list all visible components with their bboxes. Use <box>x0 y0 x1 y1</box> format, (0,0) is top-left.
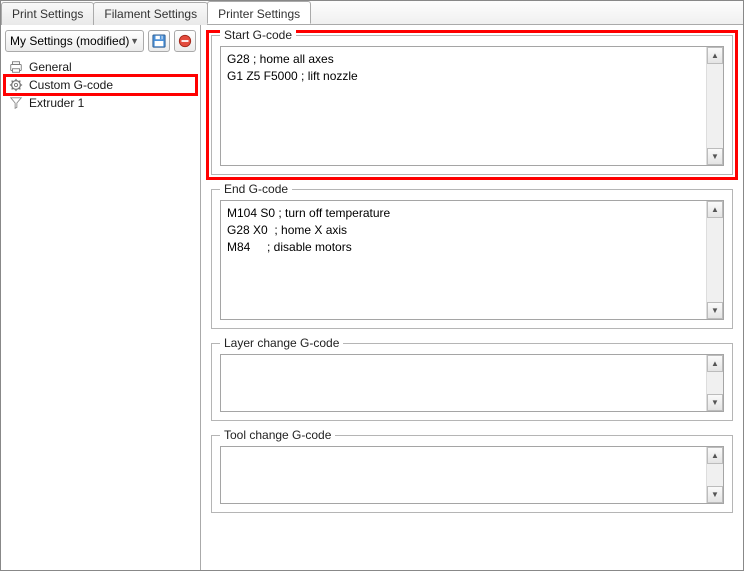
preset-label: My Settings (modified) <box>10 34 129 48</box>
layer-change-gcode-editor-wrap: ▲ ▼ <box>220 354 724 412</box>
scroll-down-icon[interactable]: ▼ <box>707 394 723 411</box>
scroll-down-icon[interactable]: ▼ <box>707 148 723 165</box>
sidebar: My Settings (modified) ▼ <box>1 25 201 570</box>
start-gcode-editor-wrap: ▲ ▼ <box>220 46 724 166</box>
sidebar-tree: General <box>5 58 196 565</box>
tab-print-settings[interactable]: Print Settings <box>1 2 94 25</box>
start-gcode-group: Start G-code ▲ ▼ <box>211 35 733 175</box>
scroll-down-icon[interactable]: ▼ <box>707 302 723 319</box>
printer-icon <box>9 60 23 74</box>
scrollbar[interactable]: ▲ ▼ <box>706 47 723 165</box>
sidebar-toolbar: My Settings (modified) ▼ <box>5 30 196 52</box>
layer-change-gcode-textarea[interactable] <box>221 355 706 411</box>
sidebar-item-extruder-1[interactable]: Extruder 1 <box>5 94 196 112</box>
gear-icon <box>9 78 23 92</box>
tool-change-gcode-textarea[interactable] <box>221 447 706 503</box>
end-gcode-editor-wrap: ▲ ▼ <box>220 200 724 320</box>
scroll-down-icon[interactable]: ▼ <box>707 486 723 503</box>
tab-bar: Print Settings Filament Settings Printer… <box>1 1 743 25</box>
delete-minus-icon <box>178 34 192 48</box>
scroll-up-icon[interactable]: ▲ <box>707 447 723 464</box>
layer-change-gcode-group: Layer change G-code ▲ ▼ <box>211 343 733 421</box>
sidebar-item-custom-gcode[interactable]: Custom G-code <box>5 76 196 94</box>
scroll-up-icon[interactable]: ▲ <box>707 47 723 64</box>
save-preset-button[interactable] <box>148 30 170 52</box>
scrollbar[interactable]: ▲ ▼ <box>706 355 723 411</box>
layer-change-gcode-legend: Layer change G-code <box>220 336 343 350</box>
end-gcode-group: End G-code ▲ ▼ <box>211 189 733 329</box>
sidebar-item-general[interactable]: General <box>5 58 196 76</box>
content-pane: Start G-code ▲ ▼ End G-code ▲ ▼ <box>201 25 743 570</box>
end-gcode-textarea[interactable] <box>221 201 706 319</box>
scroll-up-icon[interactable]: ▲ <box>707 201 723 218</box>
scrollbar[interactable]: ▲ ▼ <box>706 447 723 503</box>
tab-printer-settings[interactable]: Printer Settings <box>207 1 311 24</box>
scrollbar[interactable]: ▲ ▼ <box>706 201 723 319</box>
start-gcode-textarea[interactable] <box>221 47 706 165</box>
end-gcode-legend: End G-code <box>220 182 292 196</box>
delete-preset-button[interactable] <box>174 30 196 52</box>
funnel-icon <box>9 96 23 110</box>
tool-change-gcode-editor-wrap: ▲ ▼ <box>220 446 724 504</box>
start-gcode-legend: Start G-code <box>220 28 296 42</box>
body: My Settings (modified) ▼ <box>1 25 743 570</box>
sidebar-item-label: Extruder 1 <box>29 96 84 110</box>
tab-filament-settings[interactable]: Filament Settings <box>93 2 208 25</box>
scroll-up-icon[interactable]: ▲ <box>707 355 723 372</box>
preset-dropdown[interactable]: My Settings (modified) ▼ <box>5 30 144 52</box>
sidebar-item-label: Custom G-code <box>29 78 113 92</box>
sidebar-item-label: General <box>29 60 72 74</box>
floppy-disk-icon <box>152 34 166 48</box>
app-window: Print Settings Filament Settings Printer… <box>0 0 744 571</box>
tool-change-gcode-group: Tool change G-code ▲ ▼ <box>211 435 733 513</box>
tool-change-gcode-legend: Tool change G-code <box>220 428 335 442</box>
dropdown-caret-icon: ▼ <box>130 36 139 46</box>
